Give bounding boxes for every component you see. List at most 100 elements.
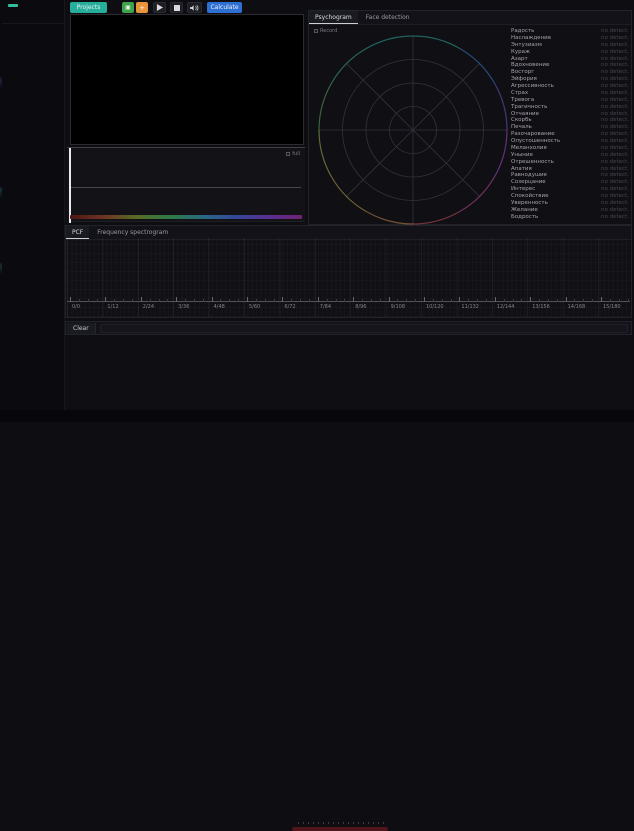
emotion-value: no detect.: [601, 111, 629, 117]
emotion-row: Спокойствиеno detect.: [511, 193, 629, 199]
tick-minor: [371, 299, 372, 302]
emotion-label: Равнодушие: [511, 172, 547, 178]
plus-icon: +: [139, 4, 145, 12]
bottom-red-indicator: [292, 827, 388, 831]
bottom-status-strip: [0, 410, 634, 422]
emotion-value: no detect.: [601, 76, 629, 82]
tick-minor: [336, 299, 337, 302]
tick-minor: [194, 299, 195, 302]
emotion-label: Интерес: [511, 186, 535, 192]
emotion-label: Энтузиазм: [511, 42, 542, 48]
tick-minor: [220, 299, 221, 302]
emotion-row: Эйфория no detect.: [511, 76, 629, 82]
tick-major: [601, 297, 602, 302]
emotion-row: Опустошенностьno detect.: [511, 138, 629, 144]
tick-major: [105, 297, 106, 302]
emotion-row: Бодрость no detect.: [511, 214, 629, 220]
tick-minor: [513, 299, 514, 302]
tick-minor: [114, 299, 115, 302]
emotion-row: Печальno detect.: [511, 124, 629, 130]
emotion-label: Уверенность: [511, 200, 548, 206]
emotion-value: no detect.: [601, 42, 629, 48]
add-button[interactable]: +: [136, 2, 148, 13]
full-checkbox-label: full: [292, 151, 300, 157]
left-sidebar: [0, 0, 65, 422]
tick-label: 7/84: [320, 304, 331, 310]
stop-button[interactable]: [170, 2, 183, 13]
tick-label: 13/156: [532, 304, 550, 310]
emotion-row: Восторгno detect.: [511, 69, 629, 75]
tick-minor: [362, 299, 363, 302]
emotion-row: Энтузиазм no detect.: [511, 42, 629, 48]
psychogram-radar-chart: [315, 32, 511, 228]
tick-label: 5/60: [249, 304, 260, 310]
emotion-value: no detect.: [601, 193, 629, 199]
tick-label: 10/120: [426, 304, 444, 310]
emotion-row: Агрессивностьno detect.: [511, 83, 629, 89]
clear-row: Clear: [65, 321, 632, 335]
emotion-row: Скорбьno detect.: [511, 117, 629, 123]
tick-label: 9/108: [391, 304, 405, 310]
tick-label: 6/72: [284, 304, 295, 310]
tick-minor: [132, 299, 133, 302]
spectrogram-plot-area: 0/01/122/243/364/485/606/727/848/969/108…: [67, 238, 630, 317]
tick-minor: [238, 299, 239, 302]
tab-psychogram[interactable]: Psychogram: [309, 11, 358, 24]
bottom-dots: [298, 822, 388, 824]
calculate-button[interactable]: Calculate: [207, 2, 242, 13]
emotion-label: Бодрость: [511, 214, 538, 220]
waveform-baseline: [71, 187, 301, 188]
tick-minor: [574, 299, 575, 302]
tick-major: [566, 297, 567, 302]
tick-minor: [97, 299, 98, 302]
emotion-row: Отчаяние no detect.: [511, 111, 629, 117]
tick-minor: [150, 299, 151, 302]
emotion-list: Радостьno detect.Наслаждениеno detect.Эн…: [511, 28, 629, 220]
emotion-row: Меланхолияno detect.: [511, 145, 629, 151]
tab-face-detection[interactable]: Face detection: [360, 11, 416, 24]
tick-major: [176, 297, 177, 302]
open-file-button[interactable]: ▣: [122, 2, 134, 13]
log-strip: [100, 324, 628, 333]
tick-minor: [88, 299, 89, 302]
tick-major: [530, 297, 531, 302]
emotion-label: Уныние: [511, 152, 533, 158]
emotion-label: Трагичность: [511, 104, 547, 110]
emotion-value: no detect.: [601, 62, 629, 68]
tick-minor: [486, 299, 487, 302]
emotion-row: Вдохновение no detect.: [511, 62, 629, 68]
emotion-value: no detect.: [601, 214, 629, 220]
clear-button[interactable]: Clear: [67, 323, 96, 334]
volume-button[interactable]: [187, 2, 202, 13]
playhead[interactable]: [69, 148, 71, 223]
play-button[interactable]: [153, 2, 166, 13]
emotion-row: Уныние no detect.: [511, 152, 629, 158]
emotion-label: Меланхолия: [511, 145, 547, 151]
emotion-label: Вдохновение: [511, 62, 549, 68]
tick-minor: [433, 299, 434, 302]
tick-minor: [557, 299, 558, 302]
emotion-value: no detect.: [601, 90, 629, 96]
video-preview: [70, 14, 304, 145]
emotion-label: Агрессивность: [511, 83, 554, 89]
projects-button[interactable]: Projects: [70, 2, 107, 13]
emotion-label: Эйфория: [511, 76, 537, 82]
emotion-row: Тревогаno detect.: [511, 97, 629, 103]
emotion-label: Отрешенность: [511, 159, 554, 165]
tick-major: [141, 297, 142, 302]
tick-minor: [504, 299, 505, 302]
emotion-value: no detect.: [601, 152, 629, 158]
tick-minor: [79, 299, 80, 302]
emotion-label: Отчаяние: [511, 111, 539, 117]
emotion-value: no detect.: [601, 97, 629, 103]
full-checkbox[interactable]: full: [286, 151, 300, 157]
emotion-value: no detect.: [601, 172, 629, 178]
tick-label: 8/96: [355, 304, 366, 310]
tick-minor: [274, 299, 275, 302]
emotion-label: Апатия: [511, 166, 532, 172]
sidebar-scroll-strip: [0, 0, 2, 422]
tick-label: 3/36: [178, 304, 189, 310]
tick-minor: [442, 299, 443, 302]
tick-minor: [468, 299, 469, 302]
tick-minor: [380, 299, 381, 302]
